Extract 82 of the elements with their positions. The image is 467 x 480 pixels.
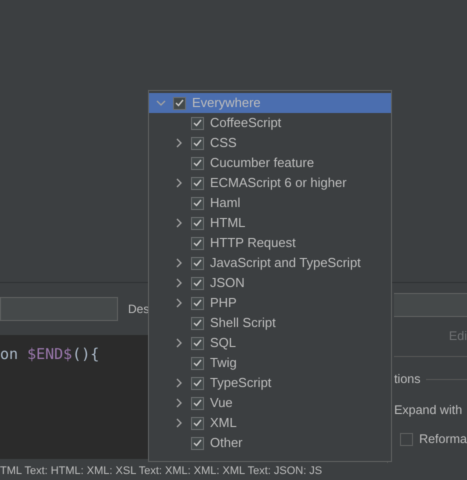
tree-item-label: JSON xyxy=(210,274,245,292)
tree-item[interactable]: Twig xyxy=(149,353,391,373)
options-heading: tions xyxy=(394,370,420,388)
checkbox[interactable] xyxy=(191,296,204,310)
tree-item[interactable]: JavaScript and TypeScript xyxy=(149,253,391,273)
tree-item[interactable]: HTTP Request xyxy=(149,233,391,253)
checkmark-icon xyxy=(193,119,202,127)
checkmark-icon xyxy=(193,179,202,187)
description-label: Des xyxy=(128,301,150,318)
tree-item-label: TypeScript xyxy=(210,374,272,392)
tree-item-label: Everywhere xyxy=(192,94,261,112)
text-field[interactable] xyxy=(394,293,467,317)
checkmark-icon xyxy=(193,379,202,387)
checkmark-icon xyxy=(193,219,202,227)
checkmark-icon xyxy=(193,139,202,147)
checkmark-icon xyxy=(193,299,202,307)
checkbox[interactable] xyxy=(191,316,204,330)
tree-item[interactable]: ECMAScript 6 or higher xyxy=(149,173,391,193)
tree-item-label: Shell Script xyxy=(210,314,276,332)
tree-item[interactable]: Shell Script xyxy=(149,313,391,333)
code-token: (){ xyxy=(72,344,100,365)
tree-item-label: ECMAScript 6 or higher xyxy=(210,174,347,192)
tree-item-label: PHP xyxy=(210,294,237,312)
checkmark-icon xyxy=(193,239,202,247)
checkbox[interactable] xyxy=(191,196,204,210)
tree-item-label: Haml xyxy=(210,194,240,212)
tree-item-label: Other xyxy=(210,434,243,452)
text-field[interactable] xyxy=(0,297,118,321)
tree-item[interactable]: JSON xyxy=(149,273,391,293)
checkmark-icon xyxy=(193,439,202,447)
tree-item-label: HTTP Request xyxy=(210,234,296,252)
checkbox[interactable] xyxy=(191,256,204,270)
tree-item[interactable]: Other xyxy=(149,433,391,453)
tree-item[interactable]: XML xyxy=(149,413,391,433)
tree-item-label: XML xyxy=(210,414,237,432)
checkmark-icon xyxy=(193,339,202,347)
tree-item[interactable]: CoffeeScript xyxy=(149,113,391,133)
checkbox[interactable] xyxy=(191,416,204,430)
tree-item[interactable]: Haml xyxy=(149,193,391,213)
checkmark-icon xyxy=(193,419,202,427)
tree-item[interactable]: SQL xyxy=(149,333,391,353)
checkmark-icon xyxy=(193,399,202,407)
code-token: $END$ xyxy=(27,344,72,365)
checkbox[interactable] xyxy=(191,336,204,350)
checkbox[interactable] xyxy=(191,396,204,410)
context-text: TML Text: HTML: XML: XSL Text: XML: XML: XML Text: JSON: JS xyxy=(0,464,322,480)
tree-item-label: Cucumber feature xyxy=(210,154,314,172)
checkbox[interactable] xyxy=(191,236,204,250)
checkbox[interactable] xyxy=(173,96,186,110)
checkbox[interactable] xyxy=(400,432,414,446)
checkmark-icon xyxy=(193,259,202,267)
tree-item[interactable]: HTML xyxy=(149,213,391,233)
tree-item-label: CSS xyxy=(210,134,237,152)
checkmark-icon xyxy=(193,199,202,207)
tree-item-label: Twig xyxy=(210,354,237,372)
checkbox[interactable] xyxy=(191,436,204,450)
tree-item-label: JavaScript and TypeScript xyxy=(210,254,361,272)
expand-label: Expand with xyxy=(394,402,464,419)
checkmark-icon xyxy=(193,359,202,367)
tree-item-label: Vue xyxy=(210,394,233,412)
checkmark-icon xyxy=(193,319,202,327)
checkbox[interactable] xyxy=(191,156,204,170)
code-token: on xyxy=(0,344,18,365)
checkbox[interactable] xyxy=(191,216,204,230)
tree-item-label: HTML xyxy=(210,214,246,232)
tree-item[interactable]: PHP xyxy=(149,293,391,313)
checkmark-icon xyxy=(175,99,184,107)
tree-item-label: CoffeeScript xyxy=(210,114,282,132)
reformat-label: Reforma xyxy=(419,430,467,448)
checkmark-icon xyxy=(193,159,202,167)
checkbox[interactable] xyxy=(191,276,204,290)
tree-item-label: SQL xyxy=(210,334,236,352)
tree-item[interactable]: TypeScript xyxy=(149,373,391,393)
tree-item[interactable]: CSS xyxy=(149,133,391,153)
checkbox[interactable] xyxy=(191,136,204,150)
checkbox[interactable] xyxy=(191,376,204,390)
checkbox[interactable] xyxy=(191,176,204,190)
checkmark-icon xyxy=(193,279,202,287)
tree-item[interactable]: Vue xyxy=(149,393,391,413)
checkbox[interactable] xyxy=(191,356,204,370)
tree-item[interactable]: Cucumber feature xyxy=(149,153,391,173)
checkbox[interactable] xyxy=(191,116,204,130)
